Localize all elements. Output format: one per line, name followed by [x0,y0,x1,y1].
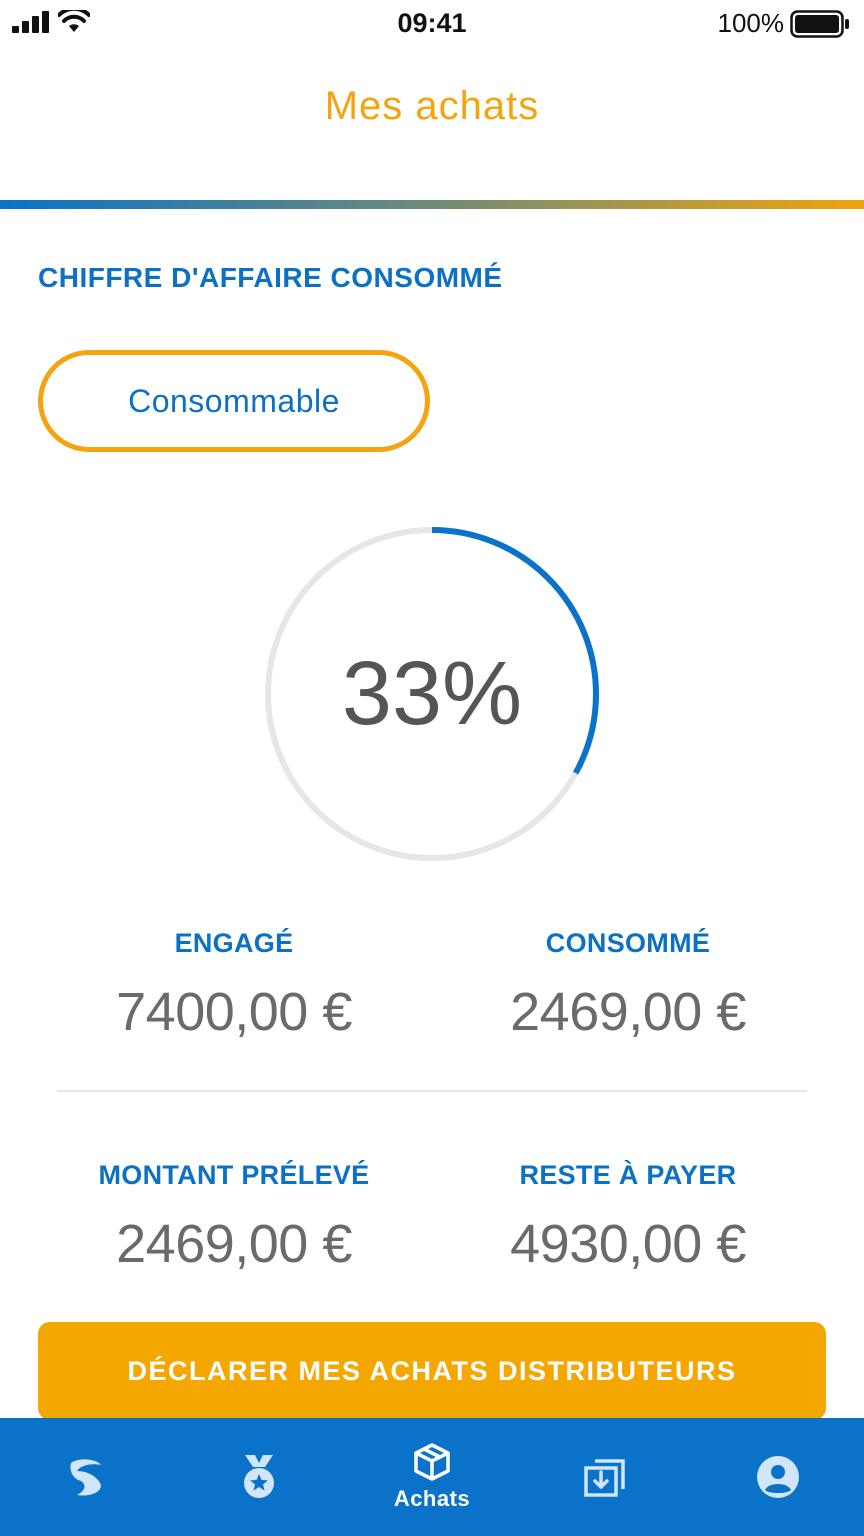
stat-engage-value: 7400,00 € [116,982,352,1042]
account-icon [756,1456,799,1498]
battery-icon [790,9,849,38]
tab-home[interactable] [0,1418,173,1536]
tab-achats-label: Achats [393,1486,471,1511]
declare-purchases-label: DÉCLARER MES ACHATS DISTRIBUTEURS [127,1355,737,1386]
stat-consomme: CONSOMMÉ 2469,00 € [430,928,826,1043]
tab-account[interactable] [691,1418,864,1536]
section-title: CHIFFRE D'AFFAIRE CONSOMMÉ [38,262,503,293]
tab-achats[interactable]: Achats [346,1418,519,1536]
stat-reste-label: RESTE À PAYER [519,1160,737,1190]
stat-preleve-value: 2469,00 € [116,1214,352,1274]
package-icon [414,1443,450,1481]
stats-divider [57,1090,807,1092]
stat-engage-label: ENGAGÉ [174,928,294,958]
battery-percent: 100% [717,8,785,38]
stat-engage: ENGAGÉ 7400,00 € [36,928,432,1043]
status-bar: 09:41 100% [0,0,864,48]
status-right: 100% [718,8,851,39]
import-icon [584,1459,625,1497]
stat-reste-value: 4930,00 € [510,1214,746,1274]
stat-consomme-value: 2469,00 € [510,982,746,1042]
stat-consomme-label: CONSOMMÉ [545,928,711,958]
category-filter-label: Consommable [128,382,340,419]
stat-preleve-label: MONTANT PRÉLEVÉ [98,1160,370,1190]
brand-logo-icon [70,1459,102,1496]
tab-rewards[interactable] [173,1418,346,1536]
category-filter-button[interactable]: Consommable [38,350,430,452]
stat-reste-a-payer: RESTE À PAYER 4930,00 € [430,1160,826,1275]
bottom-tab-bar: Achats [0,1418,864,1536]
gauge-percentage: 33% [341,643,523,744]
tab-import[interactable] [518,1418,691,1536]
medal-icon [244,1455,275,1498]
declare-purchases-button[interactable]: DÉCLARER MES ACHATS DISTRIBUTEURS [38,1322,826,1420]
header-gradient-divider [0,200,864,209]
page-title: Mes achats [324,84,540,128]
stat-montant-preleve: MONTANT PRÉLEVÉ 2469,00 € [36,1160,432,1275]
